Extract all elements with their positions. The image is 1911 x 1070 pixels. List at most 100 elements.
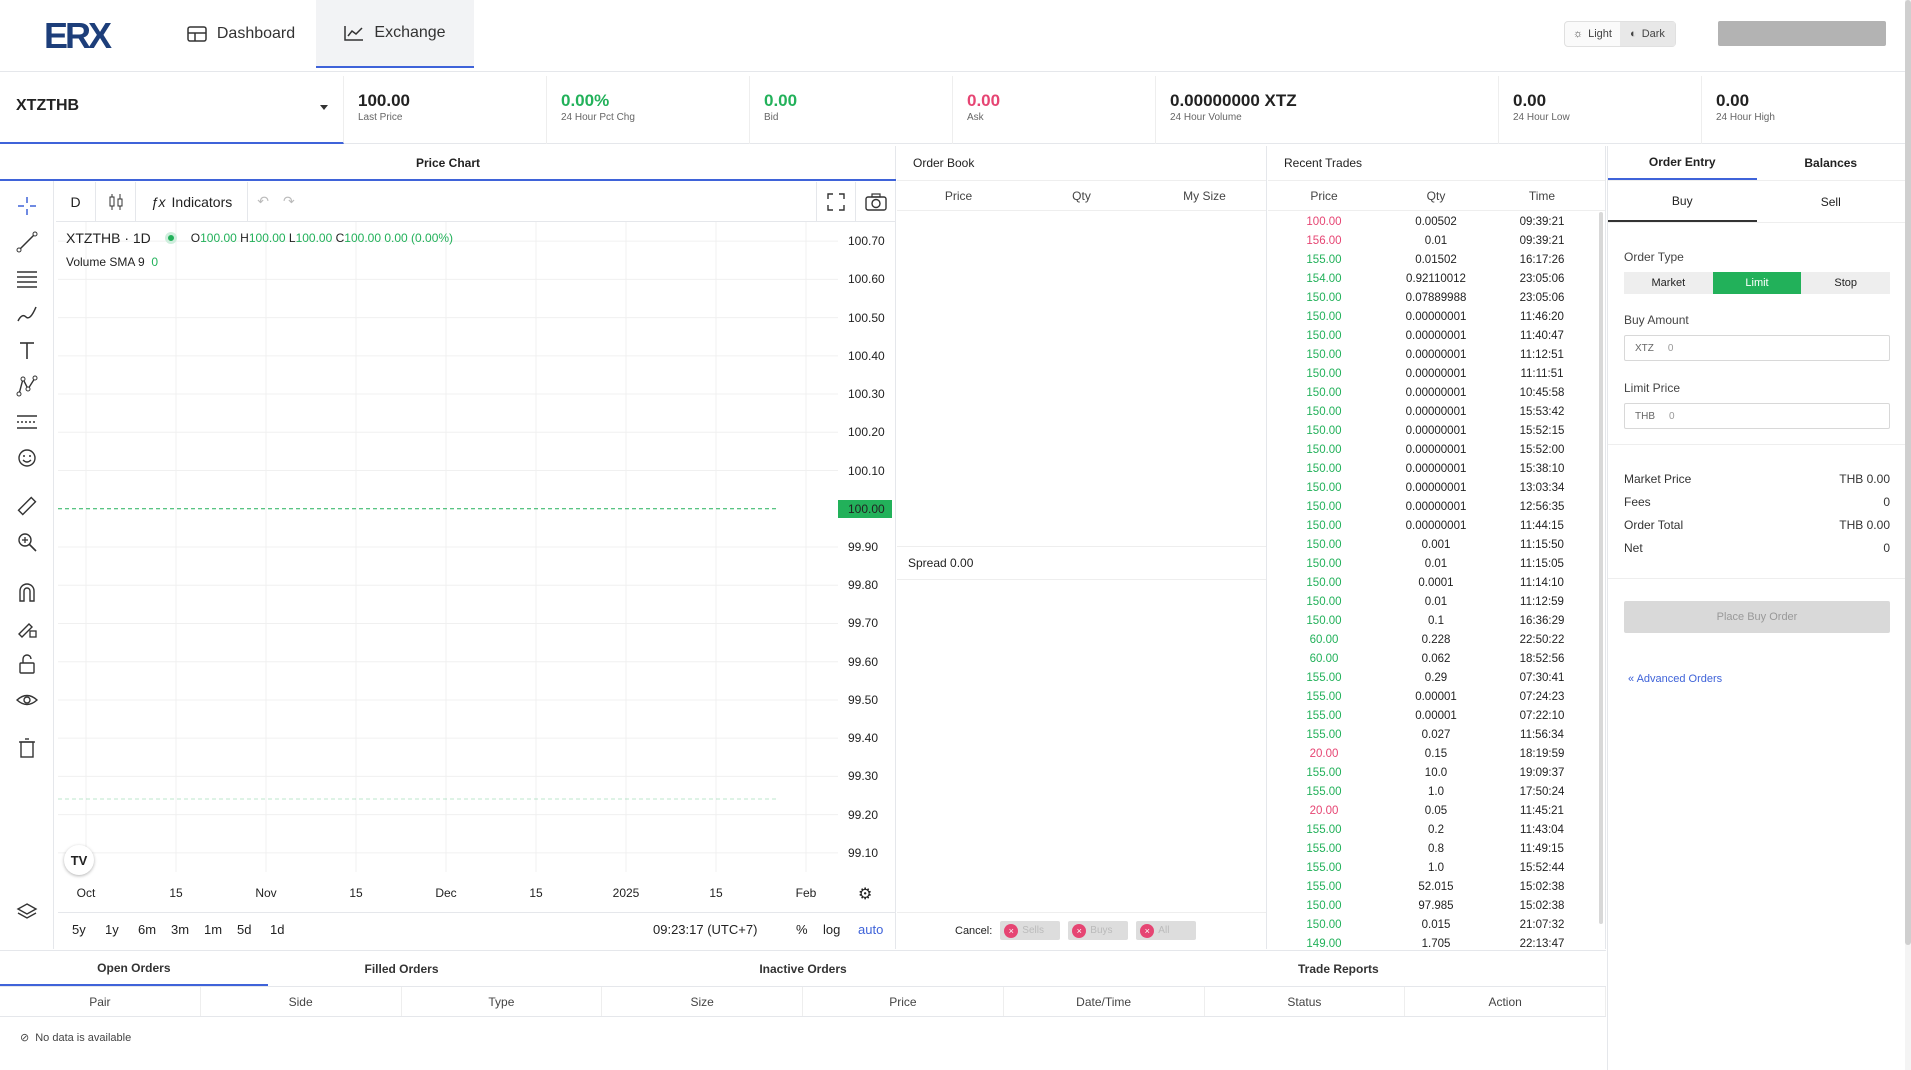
cancel-sells-button[interactable]: × Sells — [1000, 921, 1061, 940]
unlock-icon[interactable] — [14, 651, 40, 677]
col-pair[interactable]: Pair — [0, 987, 201, 1016]
col-date-time[interactable]: Date/Time — [1004, 987, 1205, 1016]
redo-icon[interactable]: ↷ — [283, 193, 295, 210]
nav-dashboard[interactable]: Dashboard — [184, 0, 298, 68]
limit-price-input[interactable]: 0 — [1669, 411, 1675, 422]
stat-label: 24 Hour Pct Chg — [561, 112, 635, 123]
cancel-buys-button[interactable]: × Buys — [1068, 921, 1129, 940]
price-plot-area[interactable] — [58, 222, 838, 872]
tab-open-orders[interactable]: Open Orders — [0, 951, 268, 986]
candles-icon[interactable] — [96, 181, 136, 222]
order-type-stop[interactable]: Stop — [1801, 272, 1890, 294]
tab-inactive-orders[interactable]: Inactive Orders — [535, 951, 1070, 986]
col-price[interactable]: Price — [803, 987, 1004, 1016]
trades-scrollbar[interactable] — [1599, 212, 1603, 924]
tab-trade-reports[interactable]: Trade Reports — [1071, 951, 1606, 986]
trade-price: 155.00 — [1306, 785, 1342, 798]
fullscreen-icon[interactable] — [816, 181, 856, 222]
cancel-all-button[interactable]: × All — [1136, 921, 1197, 940]
interval-button[interactable]: D — [56, 181, 96, 222]
horizontal-lines-icon[interactable] — [14, 265, 40, 291]
trade-row: 155.00 0.2 11:43:04 — [1268, 820, 1605, 839]
range-5d[interactable]: 5d — [237, 922, 270, 937]
close-icon: × — [1140, 923, 1155, 938]
col-status[interactable]: Status — [1205, 987, 1406, 1016]
crosshair-icon[interactable] — [14, 193, 40, 219]
range-1d[interactable]: 1d — [270, 922, 303, 937]
range-3m[interactable]: 3m — [171, 922, 204, 937]
advanced-orders-link[interactable]: « Advanced Orders — [1628, 673, 1722, 685]
trade-qty: 1.0 — [1428, 861, 1444, 874]
order-type-market[interactable]: Market — [1624, 272, 1713, 294]
trade-row: 155.00 0.00001 07:22:10 — [1268, 706, 1605, 725]
range-5y[interactable]: 5y — [72, 922, 105, 937]
trade-time: 17:50:24 — [1519, 785, 1565, 798]
camera-icon[interactable] — [856, 182, 896, 222]
eye-icon[interactable] — [14, 687, 40, 713]
col-size[interactable]: Size — [602, 987, 803, 1016]
col-side[interactable]: Side — [201, 987, 402, 1016]
tab-buy[interactable]: Buy — [1608, 181, 1757, 222]
stat-value: 0.00 — [1513, 91, 1547, 110]
nav-exchange[interactable]: Exchange — [316, 0, 474, 68]
trade-time: 11:40:47 — [1520, 329, 1564, 342]
tab-price-chart[interactable]: Price Chart — [0, 146, 896, 181]
pattern-icon[interactable] — [14, 373, 40, 399]
indicators-label: Indicators — [171, 193, 233, 210]
trash-icon[interactable] — [14, 735, 40, 761]
range-1y[interactable]: 1y — [105, 922, 138, 937]
ruler-icon[interactable] — [14, 493, 40, 519]
trade-price: 150.00 — [1306, 576, 1342, 589]
tab-filled-orders[interactable]: Filled Orders — [268, 951, 536, 986]
emoji-icon[interactable] — [14, 445, 40, 471]
lock-drawings-icon[interactable] — [14, 615, 40, 641]
user-account-placeholder[interactable] — [1718, 21, 1886, 46]
undo-icon[interactable]: ↶ — [257, 193, 269, 210]
erx-logo[interactable]: ERX — [44, 16, 114, 52]
auto-scale-toggle[interactable]: auto — [858, 922, 883, 937]
limit-price-field[interactable]: THB 0 — [1624, 403, 1890, 429]
col-action[interactable]: Action — [1405, 987, 1606, 1016]
time-axis[interactable]: Oct 15 Nov 15 Dec 15 2025 15 Feb — [58, 882, 838, 906]
trade-price: 150.00 — [1306, 443, 1342, 456]
range-bar: 5y 1y 6m 3m 1m 5d 1d 09:23:17 (UTC+7) % log au… — [58, 912, 896, 946]
trade-time: 16:17:26 — [1519, 253, 1565, 266]
page-scrollbar-thumb[interactable] — [1905, 0, 1911, 945]
place-buy-order-button[interactable]: Place Buy Order — [1624, 601, 1890, 633]
object-tree-icon[interactable] — [14, 899, 40, 925]
buy-amount-field[interactable]: XTZ 0 — [1624, 335, 1890, 361]
axis-settings-icon[interactable]: ⚙ — [858, 884, 872, 904]
log-scale-toggle[interactable]: log — [823, 922, 840, 937]
stat-value: 0.00 — [1716, 91, 1750, 110]
range-6m[interactable]: 6m — [138, 922, 171, 937]
forecast-icon[interactable] — [14, 409, 40, 435]
indicators-button[interactable]: ƒx Indicators — [136, 181, 248, 222]
trades-list[interactable]: 100.00 0.00502 09:39:21 156.00 0.01 09:39:21 1… — [1268, 211, 1605, 948]
buy-amount-input[interactable]: 0 — [1668, 343, 1674, 354]
trade-row: 150.00 0.00000001 11:40:47 — [1268, 326, 1605, 345]
trade-price: 155.00 — [1306, 690, 1342, 703]
tab-sell[interactable]: Sell — [1757, 181, 1906, 222]
x-tick-label: 15 — [349, 886, 363, 900]
theme-light-button[interactable]: ☼ Light — [1565, 22, 1620, 46]
range-1m[interactable]: 1m — [204, 922, 237, 937]
price-axis[interactable]: 100.70 100.60 100.50 100.40 100.30 100.20 100.… — [838, 222, 896, 872]
theme-dark-button[interactable]: ◐ Dark — [1620, 22, 1675, 46]
stat-label: Ask — [967, 112, 984, 123]
tab-balances[interactable]: Balances — [1757, 146, 1906, 180]
text-tool-icon[interactable] — [14, 337, 40, 363]
order-type-limit[interactable]: Limit — [1712, 272, 1802, 294]
trade-qty: 0.001 — [1421, 538, 1451, 551]
trend-line-icon[interactable] — [14, 229, 40, 255]
col-type[interactable]: Type — [402, 987, 603, 1016]
zoom-in-icon[interactable] — [14, 529, 40, 555]
col-time: Time — [1528, 188, 1556, 203]
brush-icon[interactable] — [14, 301, 40, 327]
tradingview-logo-icon[interactable]: TV — [64, 845, 94, 875]
orders-table-header: Pair Side Type Size Price Date/Time Status Acti… — [0, 987, 1606, 1017]
magnet-icon[interactable] — [14, 579, 40, 605]
percent-scale-toggle[interactable]: % — [796, 922, 808, 937]
pair-selector[interactable]: XTZTHB — [0, 76, 344, 144]
tab-order-entry[interactable]: Order Entry — [1608, 146, 1757, 180]
trade-price: 60.00 — [1309, 633, 1339, 646]
